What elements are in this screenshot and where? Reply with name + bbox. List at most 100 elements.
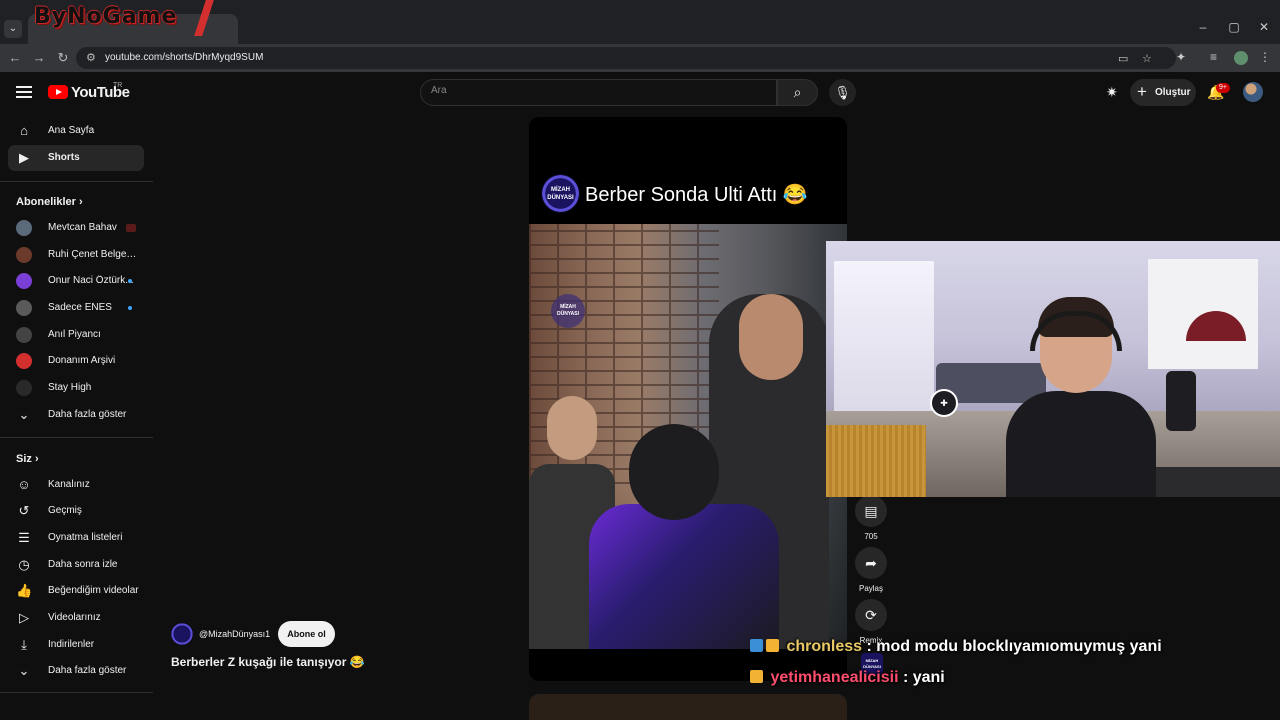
forward-arrow-icon[interactable]: → (30, 49, 48, 67)
browser-menu-icon[interactable]: ⋮ (1259, 50, 1271, 64)
sidebar-item-watch-later[interactable]: ◷ Daha sonra izle (8, 552, 144, 578)
sidebar-item-history[interactable]: ↺ Geçmiş (8, 498, 144, 524)
sidebar-show-more-subscriptions[interactable]: ⌄ Daha fazla göster (8, 402, 144, 428)
channel-avatar (16, 353, 32, 369)
browser-tab-bar: ⌄ ByNoGame – ▢ ✕ (0, 0, 1280, 44)
sidebar-item-shorts[interactable]: ▶ Shorts (8, 145, 144, 171)
next-short-preview[interactable] (529, 694, 847, 720)
moderator-badge-icon (750, 639, 763, 652)
reload-icon[interactable]: ↻ (54, 49, 72, 67)
sidebar-item-downloads[interactable]: ⤓ İndirilenler (8, 632, 144, 658)
notification-count-badge: 9+ (1216, 83, 1230, 93)
shorts-video-player[interactable]: MİZAH DÜNYASI Berber Sonda Ulti Attı 😂 M… (529, 117, 847, 681)
new-content-dot (128, 306, 132, 310)
chat-text: : yani (898, 669, 945, 686)
sidebar-item-subscription[interactable]: Mevtcan Bahav (8, 215, 144, 241)
install-app-icon[interactable]: ▭ (1118, 52, 1128, 65)
chat-message: yetimhanealicisii : yani (750, 669, 945, 687)
youtube-logo-icon[interactable] (48, 85, 68, 99)
channel-handle[interactable]: @MizahDünyası1 (199, 629, 270, 639)
sidebar-divider (0, 437, 153, 438)
search-button[interactable]: ⌕ (777, 79, 818, 106)
browser-profile-icon[interactable] (1234, 51, 1248, 65)
chat-username: yetimhanealicisii (770, 669, 899, 686)
video-overlay-title-row: MİZAH DÜNYASI Berber Sonda Ulti Attı 😂 (541, 174, 841, 214)
sidebar-item-label: İndirilenler (48, 639, 95, 650)
sidebar-item-subscription[interactable]: Donanım Arşivi (8, 348, 144, 374)
you-heading[interactable]: Siz › (16, 453, 39, 465)
sidebar-item-subscription[interactable]: Stay High (8, 375, 144, 401)
maximize-window-button[interactable]: ▢ (1219, 20, 1249, 34)
sidebar-item-your-videos[interactable]: ▷ Videolarınız (8, 605, 144, 631)
crown-badge-icon (750, 670, 763, 683)
sidebar-item-your-channel[interactable]: ☺ Kanalınız (8, 472, 144, 498)
comments-button[interactable]: ▤ 705 (855, 495, 887, 541)
sidebar-show-more-you[interactable]: ⌄ Daha fazla göster (8, 658, 144, 684)
share-button[interactable]: ➦ Paylaş (855, 547, 887, 593)
site-info-icon[interactable]: ⚙ (86, 51, 96, 64)
boy-head (547, 396, 597, 460)
stream-watermark: ByNoGame (34, 4, 178, 29)
sidebar-item-home[interactable]: ⌂ Ana Sayfa (8, 118, 144, 144)
address-bar[interactable]: ⚙ youtube.com/shorts/DhrMyqd9SUM ▭ ☆ (76, 47, 1176, 69)
new-content-dot (128, 279, 132, 283)
sidebar-item-subscription[interactable]: Onur Naci Öztürk... (8, 268, 144, 294)
address-url[interactable]: youtube.com/shorts/DhrMyqd9SUM (105, 52, 263, 63)
browser-toolbar: ← → ↻ ⚙ youtube.com/shorts/DhrMyqd9SUM ▭… (0, 44, 1280, 72)
sidebar-divider (0, 692, 153, 693)
plus-icon: + (1137, 82, 1147, 101)
create-button[interactable]: + Oluştur (1130, 79, 1196, 106)
sidebar-item-label: Stay High (48, 382, 92, 393)
close-window-button[interactable]: ✕ (1249, 20, 1279, 34)
subscribe-button[interactable]: Abone ol (278, 621, 335, 647)
watch-later-icon: ◷ (18, 557, 30, 572)
sidebar-item-label: Anıl Piyancı (48, 329, 101, 340)
sidebar-item-subscription[interactable]: Sadece ENES (8, 295, 144, 321)
channel-avatar (16, 327, 32, 343)
channel-avatar (16, 380, 32, 396)
chevron-down-icon: ⌄ (18, 407, 30, 422)
sidebar-item-label: Kanalınız (48, 479, 90, 490)
channel-avatar[interactable] (171, 623, 193, 645)
region-code: TR (113, 82, 123, 89)
comments-count: 705 (864, 532, 878, 541)
sidebar-item-playlists[interactable]: ☰ Oynatma listeleri (8, 525, 144, 551)
channel-avatar (16, 273, 32, 289)
back-arrow-icon[interactable]: ← (6, 49, 24, 67)
remix-icon: ⟳ (855, 599, 887, 631)
room-bed (826, 425, 926, 497)
channel-logo: MİZAH DÜNYASI (541, 174, 580, 213)
minimize-window-button[interactable]: – (1188, 20, 1218, 34)
sidebar-item-label: Videolarınız (48, 612, 101, 623)
wall-clock-icon: ✚ (930, 389, 958, 417)
tab-search-dropdown-icon[interactable]: ⌄ (4, 20, 22, 38)
menu-hamburger-icon[interactable] (16, 86, 32, 98)
subscriptions-heading[interactable]: Abonelikler › (16, 196, 83, 208)
account-avatar[interactable] (1243, 82, 1263, 102)
media-controls-icon[interactable]: ≡ (1210, 50, 1217, 64)
playlists-icon: ☰ (18, 530, 30, 545)
chevron-right-icon: › (78, 196, 83, 208)
bookmark-star-icon[interactable]: ☆ (1142, 52, 1152, 65)
extensions-icon[interactable]: ✦ (1176, 50, 1186, 64)
channel-icon: ☺ (17, 477, 31, 492)
sidebar-item-label: Shorts (48, 152, 80, 163)
create-button-label: Oluştur (1155, 87, 1191, 98)
sidebar-item-subscription[interactable]: Anıl Piyancı (8, 322, 144, 348)
search-box (420, 79, 777, 106)
downloads-icon: ⤓ (21, 637, 27, 652)
channel-avatar (16, 300, 32, 316)
sidebar-item-label: Daha fazla göster (48, 409, 127, 420)
ai-sparkle-icon[interactable]: ✷ (1106, 84, 1118, 101)
channel-avatar (16, 220, 32, 236)
sidebar-item-label: Beğendiğim videolar (48, 585, 139, 596)
sidebar-item-label: Daha sonra izle (48, 559, 118, 570)
home-icon: ⌂ (20, 123, 28, 138)
share-label: Paylaş (858, 584, 883, 593)
video-description[interactable]: Berberler Z kuşağı ile tanışıyor 😂 (171, 655, 365, 669)
sidebar-item-subscription[interactable]: Ruhi Çenet Belgese... (8, 242, 144, 268)
chat-username: chronless (786, 638, 863, 655)
sidebar-item-liked-videos[interactable]: 👍 Beğendiğim videolar (8, 578, 144, 604)
search-input[interactable] (431, 85, 761, 96)
voice-search-button[interactable]: 🎙 (829, 79, 856, 106)
